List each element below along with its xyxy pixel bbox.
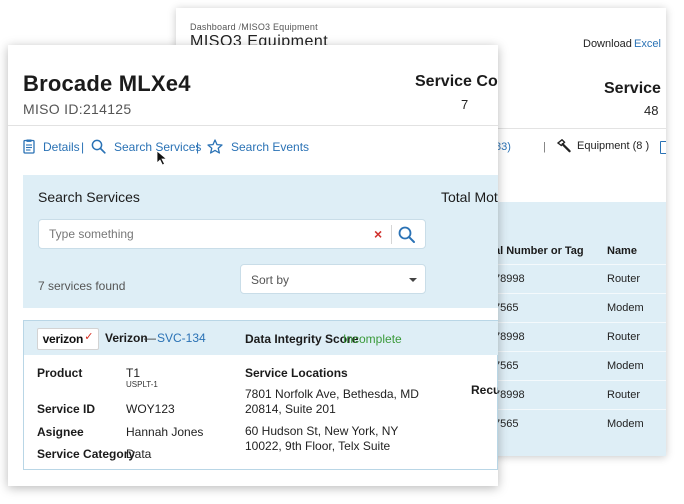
total-label: Total Mot [441,189,498,205]
column-name[interactable]: Name [607,245,637,257]
assignee-label: Asignee [37,425,84,439]
service-id-value: WOY123 [126,402,175,416]
service-count-label: Service Cou [415,73,498,90]
cell-name: Router [607,389,641,401]
verizon-check-icon: ✓ [84,330,94,343]
integrity-score-value: Incomplete [343,332,402,346]
category-value: Data [126,447,152,461]
product-value: T1 [126,366,141,380]
category-label: Service Category [37,447,136,461]
tab-search-events[interactable]: Search Events [207,139,309,154]
search-icon[interactable] [397,225,417,245]
location-2: 60 Hudson St, New York, NY 10022, 9th Fl… [245,424,399,453]
provider-name: Verizon [105,331,148,345]
breadcrumb-dashboard[interactable]: Dashboard [190,22,236,32]
device-title: Brocade MLXe4 [23,71,191,96]
sort-select[interactable]: Sort by [240,264,426,294]
provider-dash: — [144,331,156,345]
cell-name: Router [607,331,641,343]
product-label: Product [37,366,83,380]
close-icon[interactable]: × [374,226,382,242]
tab-equipment[interactable]: Equipment (8 ) [556,139,649,153]
miso-id: MISO ID:214125 [23,101,132,117]
search-input[interactable] [49,220,359,248]
tab-search-services[interactable]: Search Services [91,139,201,154]
star-icon [207,139,223,154]
cell-name: Router [607,273,641,285]
device-window: Brocade MLXe4 MISO ID:214125 Service Cou… [8,45,498,486]
download-label: Download [583,38,632,50]
sort-label: Sort by [251,273,290,287]
tab-separator: | [196,140,200,154]
excel-link[interactable]: Excel [634,38,661,50]
breadcrumb: Dashboard /MISO3 Equipment [190,22,318,32]
assignee-value: Hannah Jones [126,425,204,439]
search-heading: Search Services [38,189,140,205]
document-icon [23,139,35,154]
document-icon[interactable] [660,141,666,154]
recurring-label: Recur [471,383,498,397]
service-id-label: Service ID [37,402,96,416]
chevron-down-icon [409,278,417,282]
service-card-header: verizon ✓ Verizon — SVC-134 Data Integrit… [24,321,498,355]
tab-details-label: Details [43,139,80,154]
verizon-logo-text: verizon [42,332,84,346]
cursor-icon [156,150,168,166]
tab-equipment-label: Equipment (8 ) [577,140,650,152]
service-count-label: Service C [604,80,666,97]
search-icon [91,139,106,154]
cell-serial: 78998 [494,273,525,285]
search-box: × [38,219,426,249]
integrity-score-label: Data Integrity Score [245,332,359,346]
service-card[interactable]: verizon ✓ Verizon — SVC-134 Data Integrit… [23,320,498,470]
tab-search-events-label: Search Events [231,139,310,154]
cell-name: Modem [607,360,644,372]
tab-separator: | [81,140,85,154]
cell-serial: 78998 [494,389,525,401]
column-serial[interactable]: al Number or Tag [494,245,584,257]
breadcrumb-current: MISO3 Equipment [241,22,318,32]
location-1: 7801 Norfolk Ave, Bethesda, MD 20814, Su… [245,387,419,416]
service-count-value: 48 [644,103,659,118]
service-count-value: 7 [461,97,469,112]
verizon-logo: verizon ✓ [37,328,99,350]
locations-label: Service Locations [245,366,348,380]
cell-name: Modem [607,418,644,430]
service-code-link[interactable]: SVC-134 [157,331,206,345]
tab-separator: | [543,141,546,153]
cell-name: Modem [607,302,644,314]
hammer-icon [556,139,571,153]
cell-serial: 78998 [494,331,525,343]
divider [391,225,392,244]
product-subtext: USPLT-1 [126,380,158,389]
search-panel: Search Services Total Mot × 7 services f… [23,175,498,308]
device-tabs: Details | Search Services | Search Event… [8,125,498,167]
services-found: 7 services found [38,279,126,293]
tab-details[interactable]: Details [23,139,80,154]
